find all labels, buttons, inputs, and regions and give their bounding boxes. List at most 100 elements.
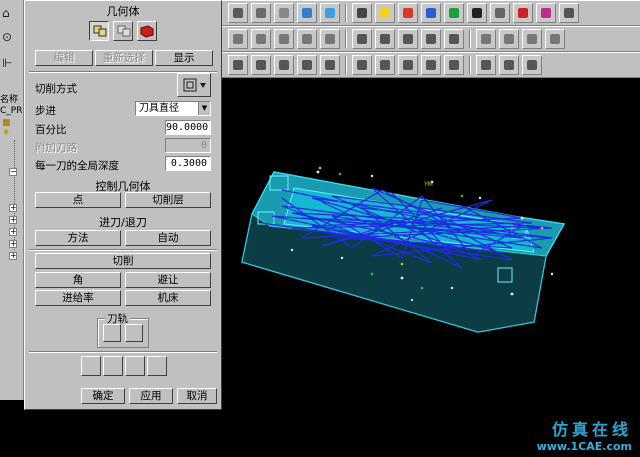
- postprocess-icon[interactable]: [421, 55, 441, 75]
- lightbulb-icon[interactable]: [375, 3, 395, 23]
- layer-icon[interactable]: [499, 29, 519, 49]
- reselect-button[interactable]: 重新选择: [95, 50, 153, 66]
- pin-icon[interactable]: [352, 3, 372, 23]
- create-tool-icon[interactable]: [274, 55, 294, 75]
- machine-button[interactable]: 机床: [125, 290, 211, 306]
- undo-icon[interactable]: [228, 3, 248, 23]
- cube-icon[interactable]: [320, 3, 340, 23]
- geometry-section-title: 几何体: [106, 5, 140, 18]
- operation-navigator: ⌂ ⊙ ⊩ 名称 C_PR ■ ♦ − + + + + +: [0, 0, 24, 400]
- toolbar-separator: [345, 4, 347, 22]
- point-button[interactable]: 点: [35, 192, 121, 208]
- join-icon[interactable]: [421, 29, 441, 49]
- mirror-icon[interactable]: [490, 3, 510, 23]
- wireframe-icon[interactable]: [274, 3, 294, 23]
- cut-levels-button[interactable]: 切削层: [125, 192, 211, 208]
- home-icon[interactable]: ⌂: [2, 6, 10, 20]
- part-model: YM: [241, 166, 566, 333]
- program-icon: ■: [2, 118, 11, 128]
- toolbar-row-2: [222, 26, 640, 52]
- create-operation-icon[interactable]: [228, 55, 248, 75]
- display-button[interactable]: 显示: [155, 50, 213, 66]
- info-icon[interactable]: [467, 3, 487, 23]
- avoidance-button[interactable]: 避让: [125, 272, 211, 288]
- rectangle-icon[interactable]: [320, 29, 340, 49]
- 3d-logo-icon[interactable]: [536, 3, 556, 23]
- tree-expand-toggle[interactable]: +: [9, 240, 17, 248]
- tool-path-list-icon[interactable]: [125, 324, 143, 342]
- mesh-icon[interactable]: [251, 3, 271, 23]
- analysis-icon[interactable]: [522, 29, 542, 49]
- list-icon[interactable]: [559, 3, 579, 23]
- tree-expand-toggle[interactable]: −: [9, 168, 17, 176]
- tool-path-display-icon[interactable]: [103, 324, 121, 342]
- tree-expand-toggle[interactable]: +: [9, 216, 17, 224]
- create-method-icon[interactable]: [320, 55, 340, 75]
- replay-icon[interactable]: [375, 55, 395, 75]
- global-depth-label: 每一刀的全局深度: [35, 160, 119, 172]
- axis-label: YM: [423, 181, 433, 188]
- bridge-icon[interactable]: [444, 29, 464, 49]
- trim-icon[interactable]: [398, 29, 418, 49]
- toolbar-separator: [345, 30, 347, 48]
- shop-doc-icon[interactable]: [444, 55, 464, 75]
- feeds-button[interactable]: 进给率: [35, 290, 121, 306]
- tree-expand-toggle[interactable]: +: [9, 252, 17, 260]
- verify-icon[interactable]: [125, 356, 145, 376]
- arc-icon[interactable]: [251, 29, 271, 49]
- auto-button[interactable]: 自动: [125, 230, 211, 246]
- shaded-icon[interactable]: [297, 3, 317, 23]
- tree-expand-toggle[interactable]: +: [9, 204, 17, 212]
- 3d-view-icon[interactable]: [421, 3, 441, 23]
- generate-icon[interactable]: [81, 356, 101, 376]
- verify-icon[interactable]: [398, 55, 418, 75]
- extra-passes-field[interactable]: 0: [165, 138, 211, 153]
- create-geometry-icon[interactable]: [297, 55, 317, 75]
- follow-periphery-icon: [183, 78, 206, 92]
- bulb-icon: ♦: [2, 128, 11, 138]
- circle-icon[interactable]: [274, 29, 294, 49]
- create-program-icon[interactable]: [251, 55, 271, 75]
- watermark: 仿真在线 www.1CAE.com: [537, 416, 632, 453]
- copy-icon[interactable]: [476, 29, 496, 49]
- ok-button[interactable]: 确定: [81, 388, 125, 404]
- cutting-button[interactable]: 切削: [35, 253, 211, 269]
- green-square-icon[interactable]: [444, 3, 464, 23]
- toolbar-separator: [469, 30, 471, 48]
- line-icon[interactable]: [228, 29, 248, 49]
- global-depth-field[interactable]: 0.3000: [165, 156, 211, 171]
- tool-icon[interactable]: ⊩: [2, 56, 12, 70]
- spline-icon[interactable]: [297, 29, 317, 49]
- navigator-program-node[interactable]: C_PR: [0, 106, 22, 116]
- list-icon[interactable]: [147, 356, 167, 376]
- edit-button[interactable]: 编辑: [35, 50, 93, 66]
- extra-passes-label: 附加刀路: [35, 142, 77, 154]
- offset-icon[interactable]: [375, 29, 395, 49]
- cancel-button[interactable]: 取消: [177, 388, 217, 404]
- edit-object-icon[interactable]: [476, 55, 496, 75]
- generate-icon[interactable]: [352, 55, 372, 75]
- percent-label: 百分比: [35, 124, 67, 136]
- display-object-icon[interactable]: [499, 55, 519, 75]
- curve-icon[interactable]: [352, 29, 372, 49]
- chevron-down-icon: ▼: [198, 102, 210, 115]
- graphics-viewport[interactable]: YM: [222, 78, 640, 457]
- corner-button[interactable]: 角: [35, 272, 121, 288]
- planar-mill-dialog: 几何体 编辑 重新选择 显示 切削方式 步进 刀具直径 ▼ 百分比 90.000…: [24, 0, 222, 410]
- method-button[interactable]: 方法: [35, 230, 121, 246]
- stepover-label: 步进: [35, 105, 56, 117]
- apply-button[interactable]: 应用: [129, 388, 173, 404]
- color-icon[interactable]: [398, 3, 418, 23]
- watermark-url: www.1CAE.com: [536, 440, 632, 453]
- stepover-select[interactable]: 刀具直径 ▼: [135, 101, 211, 116]
- watermark-text: 仿真在线: [551, 420, 632, 439]
- measure-icon[interactable]: [545, 29, 565, 49]
- point-icon[interactable]: ⊙: [2, 30, 12, 44]
- percent-field[interactable]: 90.0000: [165, 120, 211, 135]
- separator: [29, 351, 217, 353]
- replay-icon[interactable]: [103, 356, 123, 376]
- stepover-value: 刀具直径: [139, 103, 179, 114]
- chinese-input-icon[interactable]: [513, 3, 533, 23]
- transform-icon[interactable]: [522, 55, 542, 75]
- tree-expand-toggle[interactable]: +: [9, 228, 17, 236]
